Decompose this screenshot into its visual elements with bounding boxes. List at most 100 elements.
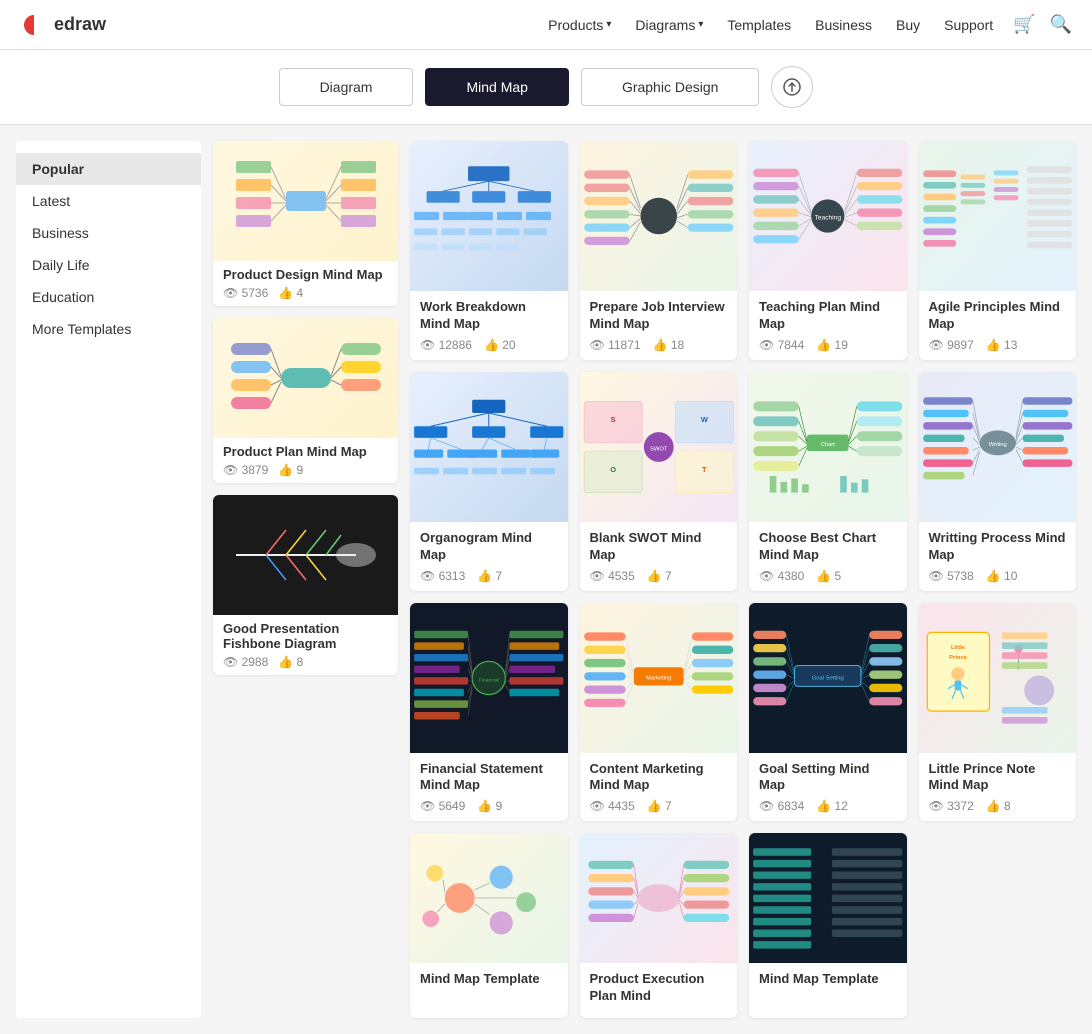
card-content-marketing[interactable]: Marketing: [580, 603, 738, 822]
card-title: Prepare Job Interview Mind Map: [590, 299, 728, 333]
svg-text:W: W: [700, 415, 708, 424]
card-product-plan[interactable]: Product Plan Mind Map 👁 3879 👍 9: [213, 318, 398, 483]
card-thumbnail: Little Prince: [919, 603, 1077, 753]
card-meta: 👁 4435 👍 7: [590, 799, 728, 813]
mindmap-button[interactable]: Mind Map: [425, 68, 568, 106]
sidebar-item-daily-life[interactable]: Daily Life: [16, 249, 201, 281]
nav-products[interactable]: Products ▾: [548, 17, 611, 33]
card-writing-process[interactable]: Writing: [919, 372, 1077, 591]
card-views: 👁 6313: [420, 569, 465, 583]
card-body: Product Plan Mind Map 👁 3879 👍 9: [213, 438, 398, 483]
card-fishbone[interactable]: Good Presentation Fishbone Diagram 👁 298…: [213, 495, 398, 675]
card-bottom-col1[interactable]: Mind Map Template: [410, 833, 568, 1018]
card-title: Mind Map Template: [420, 971, 558, 988]
card-likes: 👍 9: [477, 799, 502, 813]
card-meta: 👁 6313 👍 7: [420, 569, 558, 583]
card-thumbnail: [410, 141, 568, 291]
card-meta: 👁 5649 👍 9: [420, 799, 558, 813]
sidebar-item-more-templates[interactable]: More Templates: [16, 313, 201, 345]
card-likes: 👍 4: [278, 286, 303, 300]
sidebar-item-business[interactable]: Business: [16, 217, 201, 249]
toolbar: Diagram Mind Map Graphic Design: [0, 50, 1092, 125]
upload-button[interactable]: [771, 66, 813, 108]
thumbnail-svg: Little Prince: [919, 603, 1077, 753]
main-content: Popular Latest Business Daily Life Educa…: [0, 125, 1092, 1034]
card-body: Little Prince Note Mind Map 👁 3372 👍 8: [919, 753, 1077, 822]
logo-icon: [20, 11, 48, 39]
card-agile[interactable]: Agile Principles Mind Map 👁 9897 👍 13: [919, 141, 1077, 360]
card-views: 👁 5738: [929, 569, 974, 583]
card-choose-chart[interactable]: Chart: [749, 372, 907, 591]
card-organogram[interactable]: Organogram Mind Map 👁 6313 👍 7: [410, 372, 568, 591]
upload-icon: [783, 78, 801, 96]
card-thumbnail: [749, 833, 907, 963]
card-likes: 👍 5: [816, 569, 841, 583]
card-little-prince[interactable]: Little Prince: [919, 603, 1077, 822]
diagram-button[interactable]: Diagram: [279, 68, 414, 106]
graphic-design-button[interactable]: Graphic Design: [581, 68, 760, 106]
thumbnail-svg: [410, 833, 568, 963]
card-title: Goal Setting Mind Map: [759, 761, 897, 795]
thumbnail-svg: Writing: [919, 372, 1077, 522]
card-views: 👁 3879: [223, 463, 268, 477]
card-meta: 👁 2988 👍 8: [223, 655, 388, 669]
svg-text:Teaching: Teaching: [814, 214, 841, 221]
card-financial[interactable]: Financial: [410, 603, 568, 822]
card-title: Product Plan Mind Map: [223, 444, 388, 459]
navigation: edraw Products ▾ Diagrams ▾ Templates Bu…: [0, 0, 1092, 50]
card-swot[interactable]: SWOT S W O T Blank SWOT Mind Map 👁 4535 …: [580, 372, 738, 591]
card-body: Writting Process Mind Map 👁 5738 👍 10: [919, 522, 1077, 591]
card-likes: 👍 7: [647, 569, 672, 583]
card-thumbnail: [213, 318, 398, 438]
cart-icon[interactable]: 🛒: [1013, 14, 1035, 35]
card-title: Work Breakdown Mind Map: [420, 299, 558, 333]
chevron-icon: ▾: [698, 19, 703, 30]
nav-support[interactable]: Support: [944, 17, 993, 33]
card-thumbnail: Goal Setting: [749, 603, 907, 753]
card-meta: 👁 9897 👍 13: [929, 338, 1067, 352]
card-thumbnail: Writing: [919, 372, 1077, 522]
card-likes: 👍 18: [653, 338, 685, 352]
card-body: Content Marketing Mind Map 👁 4435 👍 7: [580, 753, 738, 822]
sidebar: Popular Latest Business Daily Life Educa…: [16, 141, 201, 1018]
thumbnail-svg: Goal Setting: [749, 603, 907, 753]
card-views: 👁 9897: [929, 338, 974, 352]
card-teaching-plan[interactable]: Teaching: [749, 141, 907, 360]
card-thumbnail: Chart: [749, 372, 907, 522]
thumbnail-svg: [580, 833, 738, 963]
card-body: Blank SWOT Mind Map 👁 4535 👍 7: [580, 522, 738, 591]
card-body: Goal Setting Mind Map 👁 6834 👍 12: [749, 753, 907, 822]
card-prepare-job[interactable]: Prepare Job Interview Mind Map 👁 11871 👍…: [580, 141, 738, 360]
card-goal-setting[interactable]: Goal Setting: [749, 603, 907, 822]
card-title: Mind Map Template: [759, 971, 897, 988]
card-meta: 👁 3372 👍 8: [929, 799, 1067, 813]
card-product-design[interactable]: Product Design Mind Map 👁 5736 👍 4: [213, 141, 398, 306]
card-body: Financial Statement Mind Map 👁 5649 👍 9: [410, 753, 568, 822]
card-title: Choose Best Chart Mind Map: [759, 530, 897, 564]
svg-text:SWOT: SWOT: [650, 446, 668, 452]
sidebar-item-latest[interactable]: Latest: [16, 185, 201, 217]
nav-business[interactable]: Business: [815, 17, 872, 33]
card-work-breakdown[interactable]: Work Breakdown Mind Map 👁 12886 👍 20: [410, 141, 568, 360]
card-body: Product Design Mind Map 👁 5736 👍 4: [213, 261, 398, 306]
nav-diagrams[interactable]: Diagrams ▾: [635, 17, 703, 33]
card-views: 👁 11871: [590, 338, 641, 352]
search-icon[interactable]: 🔍: [1050, 14, 1072, 35]
nav-templates[interactable]: Templates: [727, 17, 791, 33]
card-product-execution[interactable]: Product Execution Plan Mind: [580, 833, 738, 1018]
card-title: Product Execution Plan Mind: [590, 971, 728, 1005]
card-body: Teaching Plan Mind Map 👁 7844 👍 19: [749, 291, 907, 360]
card-title: Teaching Plan Mind Map: [759, 299, 897, 333]
card-views: 👁 2988: [223, 655, 268, 669]
card-likes: 👍 8: [278, 655, 303, 669]
nav-buy[interactable]: Buy: [896, 17, 920, 33]
card-thumbnail: [213, 495, 398, 615]
card-views: 👁 5649: [420, 799, 465, 813]
card-thumbnail: [580, 833, 738, 963]
sidebar-item-popular[interactable]: Popular: [16, 153, 201, 185]
svg-text:Goal Setting: Goal Setting: [812, 675, 844, 681]
card-dark-mindmap[interactable]: Mind Map Template: [749, 833, 907, 1018]
logo[interactable]: edraw: [20, 11, 106, 39]
sidebar-item-education[interactable]: Education: [16, 281, 201, 313]
card-thumbnail: Teaching: [749, 141, 907, 291]
